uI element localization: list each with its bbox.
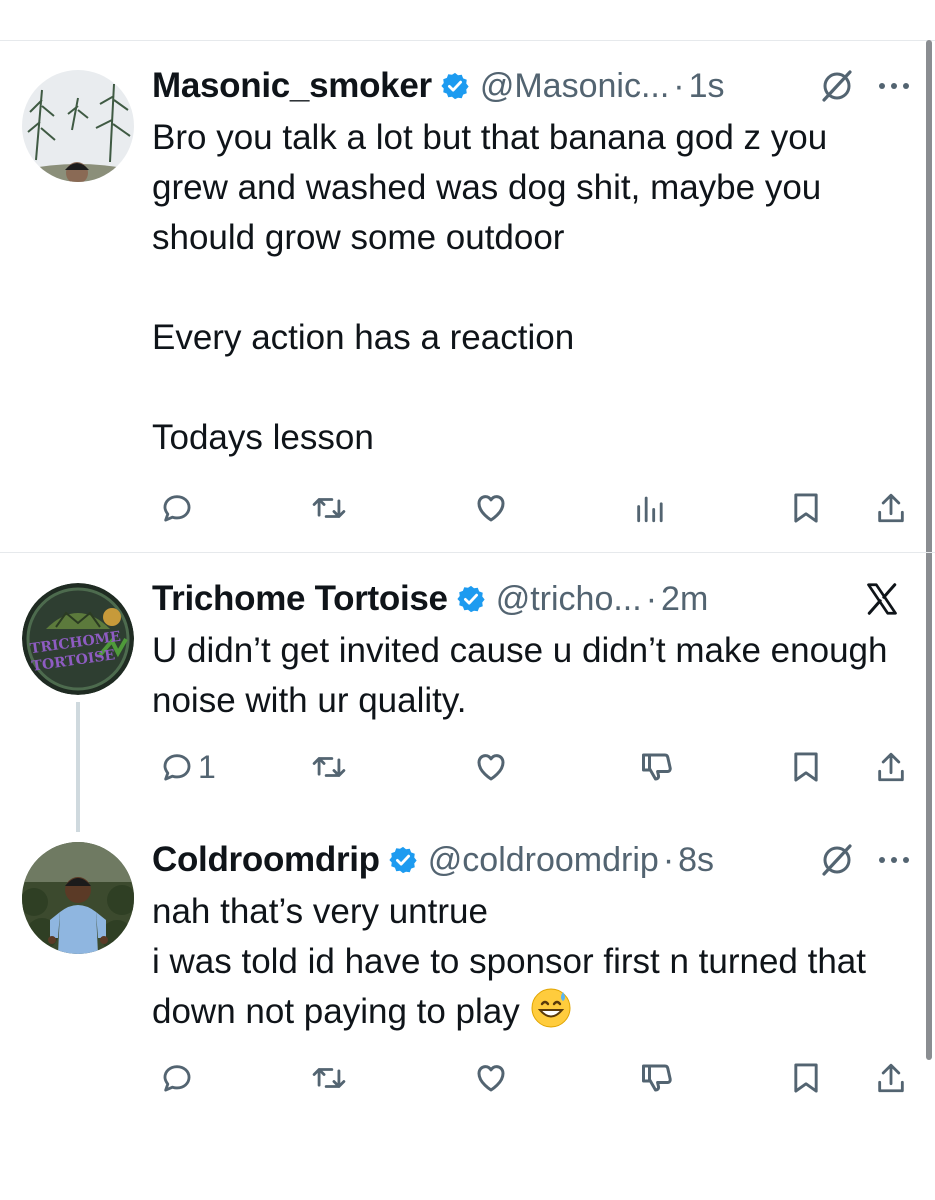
- separator-dot: ·: [645, 579, 658, 618]
- reply-count: 1: [198, 748, 216, 785]
- verified-badge-icon: [389, 846, 417, 874]
- handle[interactable]: @Masonic...: [480, 67, 669, 106]
- reply-icon: [163, 495, 191, 522]
- action-bar: 1: [150, 743, 915, 791]
- grok-icon[interactable]: [819, 68, 855, 104]
- timestamp[interactable]: 2m: [661, 580, 708, 619]
- like-button[interactable]: [472, 484, 510, 532]
- grok-icon[interactable]: [819, 842, 855, 878]
- bookmark-button[interactable]: [790, 743, 822, 791]
- x-logo-icon[interactable]: [863, 581, 901, 617]
- tweet-trichome-tortoise[interactable]: TRICHOME TORTOISE Trichome Tortoise @tri…: [0, 553, 925, 813]
- tweet-text: nah that’s very untrue i was told id hav…: [152, 887, 905, 1037]
- bookmark-icon: [794, 752, 818, 782]
- share-button[interactable]: [874, 743, 908, 791]
- tweet-coldroomdrip[interactable]: Coldroomdrip @coldroomdrip · 8s nah that…: [0, 830, 925, 1130]
- avatar[interactable]: [22, 70, 134, 182]
- thread-connector-line: [76, 702, 80, 832]
- retweet-button[interactable]: [310, 743, 348, 791]
- action-bar: [150, 484, 915, 532]
- separator-dot: ·: [662, 840, 675, 879]
- verified-badge-icon: [457, 585, 485, 613]
- verified-badge-icon: [441, 72, 469, 100]
- reply-icon: [163, 1065, 191, 1092]
- retweet-icon: [312, 498, 346, 518]
- display-name[interactable]: Coldroomdrip: [152, 840, 380, 880]
- tweet-header: Masonic_smoker @Masonic... · 1s: [152, 62, 911, 110]
- bookmark-button[interactable]: [790, 484, 822, 532]
- retweet-button[interactable]: [310, 484, 348, 532]
- share-icon: [878, 1063, 904, 1093]
- avatar[interactable]: TRICHOME TORTOISE: [22, 583, 134, 695]
- downvote-icon: [642, 753, 672, 781]
- tweet-masonic-smoker[interactable]: Masonic_smoker @Masonic... · 1s Bro you …: [0, 0, 925, 552]
- scrollbar[interactable]: [926, 40, 932, 1060]
- handle[interactable]: @coldroomdrip: [428, 841, 659, 880]
- bookmark-icon: [794, 493, 818, 523]
- reply-icon: [163, 754, 191, 781]
- downvote-button[interactable]: [638, 1054, 676, 1102]
- timestamp[interactable]: 8s: [678, 841, 714, 880]
- grinning-sweat-emoji-icon: [531, 988, 570, 1028]
- views-button[interactable]: [632, 484, 668, 532]
- bookmark-button[interactable]: [790, 1054, 822, 1102]
- like-button[interactable]: [472, 743, 510, 791]
- share-icon: [878, 493, 904, 523]
- reply-button[interactable]: [160, 1054, 198, 1102]
- tweet-header: Coldroomdrip @coldroomdrip · 8s: [152, 836, 911, 884]
- bookmark-icon: [794, 1063, 818, 1093]
- tweet-text: U didn’t get invited cause u didn’t make…: [152, 631, 898, 720]
- display-name[interactable]: Trichome Tortoise: [152, 579, 448, 619]
- share-icon: [878, 752, 904, 782]
- like-button[interactable]: [472, 1054, 510, 1102]
- retweet-icon: [312, 757, 346, 777]
- views-icon: [637, 496, 663, 523]
- like-icon: [477, 495, 505, 522]
- tweet-text: Bro you talk a lot but that banana god z…: [152, 118, 828, 457]
- downvote-button[interactable]: [638, 743, 676, 791]
- retweet-button[interactable]: [310, 1054, 348, 1102]
- more-icon[interactable]: [877, 81, 911, 91]
- display-name[interactable]: Masonic_smoker: [152, 66, 432, 106]
- retweet-icon: [312, 1068, 346, 1088]
- share-button[interactable]: [874, 484, 908, 532]
- avatar[interactable]: [22, 842, 134, 954]
- tweet-text-content: nah that’s very untrue i was told id hav…: [152, 892, 866, 1031]
- like-icon: [477, 1065, 505, 1092]
- reply-button[interactable]: 1: [160, 743, 216, 791]
- like-icon: [477, 754, 505, 781]
- handle[interactable]: @tricho...: [496, 580, 642, 619]
- reply-button[interactable]: [160, 484, 198, 532]
- tweet-header: Trichome Tortoise @tricho... · 2m: [152, 575, 911, 623]
- timestamp[interactable]: 1s: [689, 67, 725, 106]
- more-icon[interactable]: [877, 855, 911, 865]
- share-button[interactable]: [874, 1054, 908, 1102]
- downvote-icon: [642, 1064, 672, 1092]
- separator-dot: ·: [673, 66, 685, 105]
- action-bar: [150, 1054, 915, 1102]
